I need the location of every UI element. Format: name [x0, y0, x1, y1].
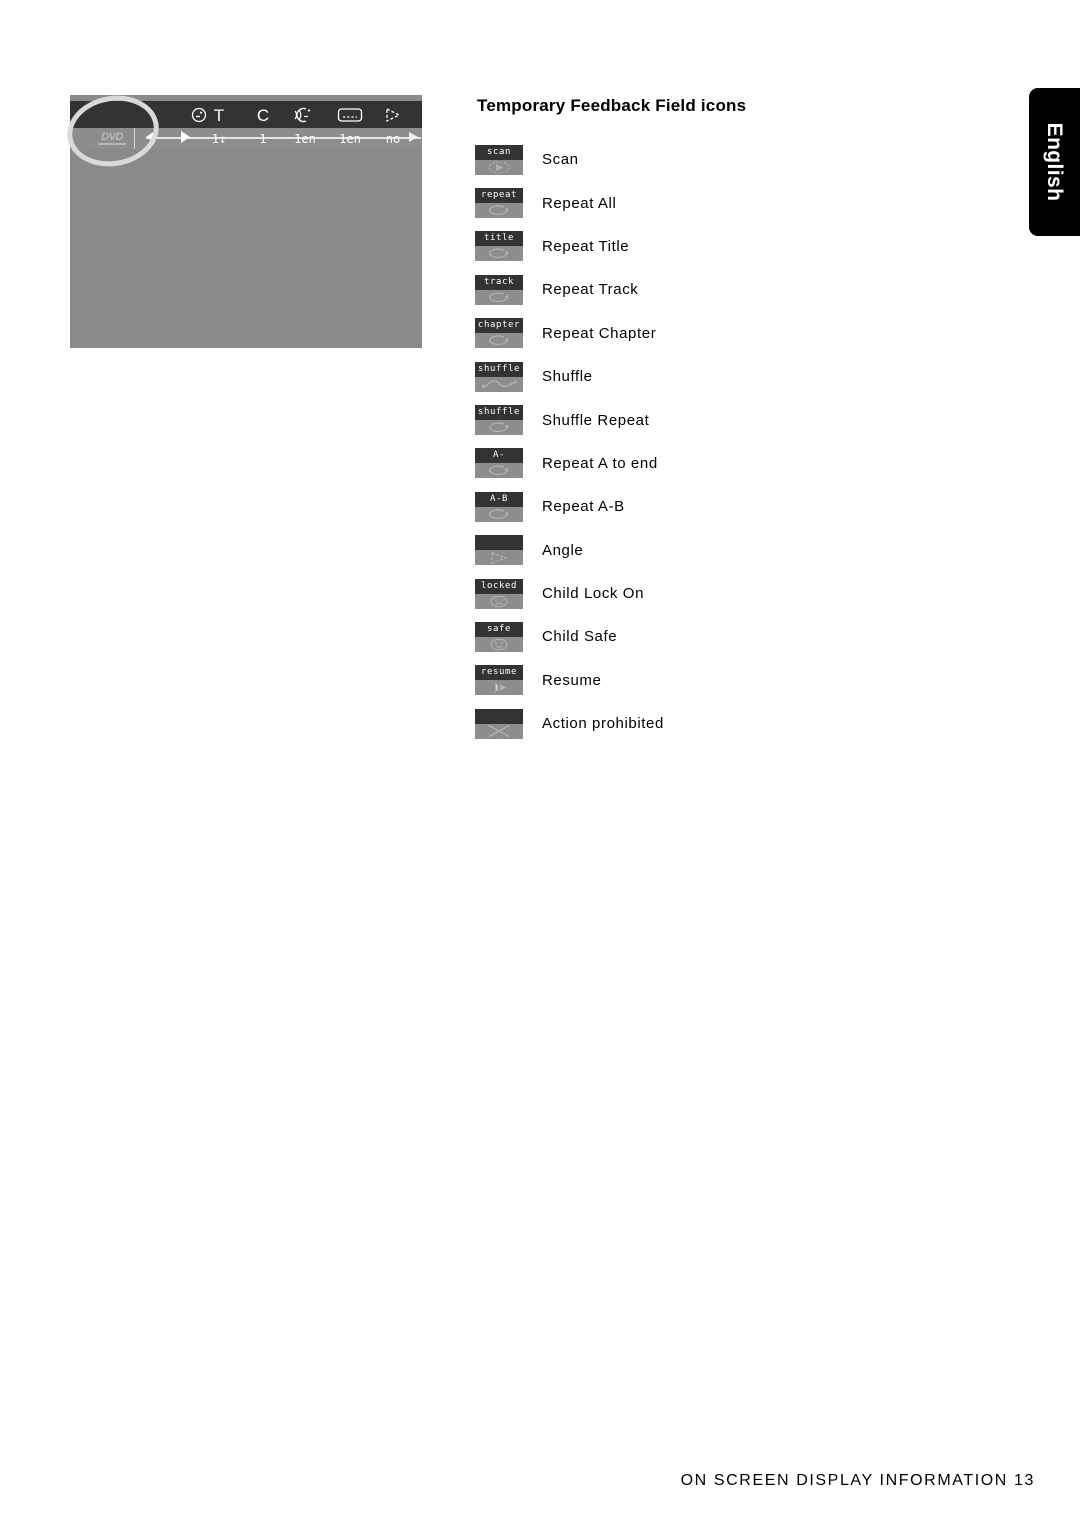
- osd-audio-language-icon[interactable]: [288, 103, 322, 127]
- legend-row-label: Repeat Chapter: [542, 324, 657, 342]
- repeat-a-b-badge-icon: A-B: [475, 491, 523, 522]
- legend-row-label: Shuffle Repeat: [542, 411, 650, 429]
- legend-row: title Repeat Title: [475, 225, 995, 268]
- badge-text: A-: [475, 448, 523, 464]
- legend-row-label: Repeat Track: [542, 281, 639, 299]
- osd-subtitle-value: 1en: [339, 132, 361, 146]
- legend-row-label: Child Safe: [542, 628, 618, 646]
- badge-text: shuffle: [475, 361, 523, 377]
- legend-row-label: Child Lock On: [542, 585, 645, 603]
- legend-row-list: scan Scan repeat Repeat All title Repeat Titl…: [475, 138, 995, 745]
- legend-row: Action prohibited: [475, 702, 995, 745]
- badge-text: track: [475, 274, 523, 290]
- osd-subtitle-icon[interactable]: [333, 103, 367, 127]
- badge-text: [475, 535, 523, 551]
- osd-audio-language-value: 1en: [294, 132, 316, 146]
- badge-symbol-icon: [475, 463, 523, 478]
- osd-chapter-icon[interactable]: C: [248, 103, 278, 127]
- badge-symbol-icon: [475, 333, 523, 348]
- badge-text: resume: [475, 665, 523, 681]
- legend-row-label: Repeat A-B: [542, 498, 625, 516]
- osd-camera-angle-icon[interactable]: [378, 103, 408, 127]
- child-safe-badge-icon: safe: [475, 621, 523, 652]
- repeat-chapter-badge-icon: chapter: [475, 318, 523, 349]
- repeat-all-badge-icon: repeat: [475, 188, 523, 219]
- child-lock-on-badge-icon: locked: [475, 578, 523, 609]
- legend-row-label: Repeat Title: [542, 237, 630, 255]
- badge-text: A-B: [475, 491, 523, 507]
- repeat-track-badge-icon: track: [475, 274, 523, 305]
- page-footer: ON SCREEN DISPLAY INFORMATION 13: [680, 1472, 1035, 1489]
- action-prohibited-badge-icon: [475, 708, 523, 739]
- legend-row: scan Scan: [475, 138, 995, 181]
- angle-badge-icon: [475, 535, 523, 566]
- shuffle-badge-icon: shuffle: [475, 361, 523, 392]
- badge-text: locked: [475, 578, 523, 594]
- legend-row: A- Repeat A to end: [475, 442, 995, 485]
- badge-text: scan: [475, 144, 523, 160]
- legend-row: track Repeat Track: [475, 268, 995, 311]
- legend-row: repeat Repeat All: [475, 181, 995, 224]
- legend-row: chapter Repeat Chapter: [475, 312, 995, 355]
- osd-camera-angle-value: no: [385, 132, 401, 146]
- badge-symbol-icon: [475, 246, 523, 261]
- badge-symbol-icon: [475, 290, 523, 305]
- badge-text: title: [475, 231, 523, 247]
- legend-row: shuffle Shuffle: [475, 355, 995, 398]
- language-tab-label: English: [1043, 122, 1067, 202]
- legend-row-label: Repeat All: [542, 194, 617, 212]
- legend-row-label: Action prohibited: [542, 715, 664, 733]
- badge-symbol-icon: [475, 680, 523, 695]
- legend-row-label: Scan: [542, 151, 579, 169]
- osd-zoom-value: off: [426, 132, 448, 146]
- badge-text: repeat: [475, 188, 523, 204]
- legend-row: safe Child Safe: [475, 615, 995, 658]
- badge-text: [475, 708, 523, 724]
- badge-text: safe: [475, 621, 523, 637]
- legend-row-label: Shuffle: [542, 368, 593, 386]
- badge-symbol-icon: [475, 594, 523, 609]
- legend-row: A-B Repeat A-B: [475, 485, 995, 528]
- shuffle-repeat-badge-icon: shuffle: [475, 405, 523, 436]
- badge-symbol-icon: [475, 724, 523, 739]
- legend-row: Angle: [475, 529, 995, 572]
- badge-symbol-icon: [475, 203, 523, 218]
- legend-row: resume Resume: [475, 659, 995, 702]
- legend-row: locked Child Lock On: [475, 572, 995, 615]
- legend-row-label: Repeat A to end: [542, 454, 658, 472]
- repeat-title-badge-icon: title: [475, 231, 523, 262]
- legend-row: shuffle Shuffle Repeat: [475, 398, 995, 441]
- temporary-feedback-field-legend: Temporary Feedback Field icons scan Scan r…: [475, 96, 995, 745]
- badge-text: shuffle: [475, 405, 523, 421]
- osd-chapter-value: 1: [259, 132, 267, 146]
- osd-title-icon[interactable]: T: [204, 103, 234, 127]
- scan-badge-icon: scan: [475, 144, 523, 175]
- badge-symbol-icon: [475, 507, 523, 522]
- badge-symbol-icon: [475, 550, 523, 565]
- badge-text: chapter: [475, 318, 523, 334]
- badge-symbol-icon: [475, 637, 523, 652]
- legend-row-label: Angle: [542, 541, 584, 559]
- osd-zoom-icon[interactable]: [422, 103, 452, 127]
- osd-title-value: 1↕: [211, 132, 227, 146]
- badge-symbol-icon: [475, 377, 523, 392]
- badge-symbol-icon: [475, 160, 523, 175]
- language-tab[interactable]: English: [1029, 88, 1080, 236]
- resume-badge-icon: resume: [475, 665, 523, 696]
- badge-symbol-icon: [475, 420, 523, 435]
- repeat-a-to-end-badge-icon: A-: [475, 448, 523, 479]
- legend-row-label: Resume: [542, 671, 602, 689]
- legend-title: Temporary Feedback Field icons: [477, 96, 747, 115]
